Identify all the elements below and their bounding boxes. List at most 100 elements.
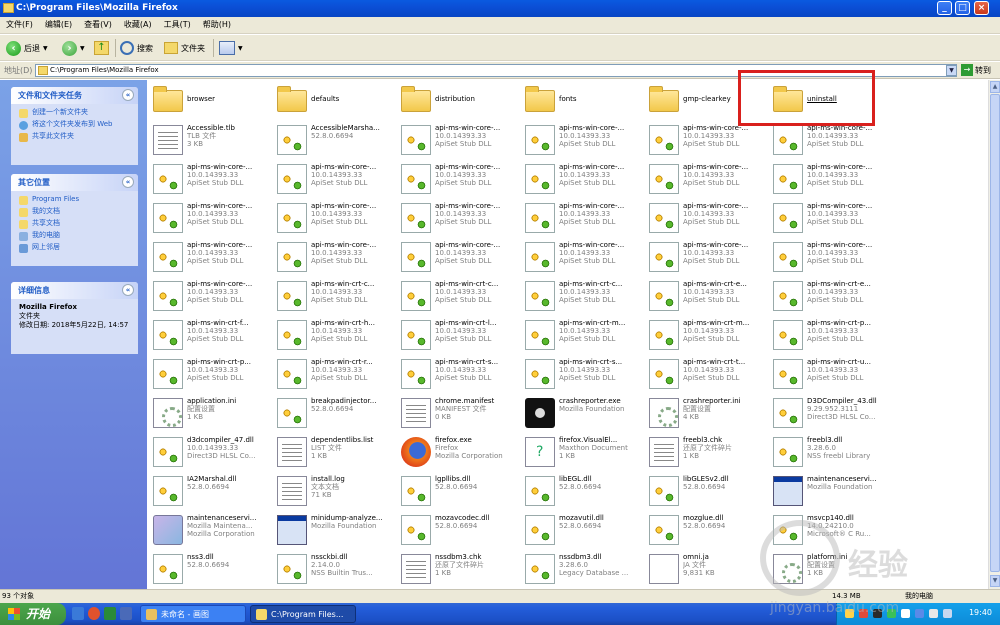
search-button[interactable]: 搜索 xyxy=(120,39,153,57)
file-item[interactable]: lgpllibs.dll 52.8.0.6694 xyxy=(398,472,522,511)
file-item[interactable]: breakpadinjector... 52.8.0.6694 xyxy=(274,394,398,433)
file-item[interactable]: api-ms-win-crt-c... 10.0.14393.33 ApiSet S… xyxy=(522,277,646,316)
file-item[interactable]: api-ms-win-crt-h... 10.0.14393.33 ApiSet S… xyxy=(274,316,398,355)
file-item[interactable]: api-ms-win-core-... 10.0.14393.33 ApiSet S… xyxy=(522,199,646,238)
file-item[interactable]: libEGL.dll 52.8.0.6694 xyxy=(522,472,646,511)
go-button[interactable]: → 转到 xyxy=(961,64,991,76)
file-item[interactable]: api-ms-win-core-... 10.0.14393.33 ApiSet S… xyxy=(522,238,646,277)
file-item[interactable]: api-ms-win-crt-m... 10.0.14393.33 ApiSet S… xyxy=(522,316,646,355)
file-item[interactable]: api-ms-win-crt-p... 10.0.14393.33 ApiSet S… xyxy=(150,355,274,394)
menu-edit[interactable]: 编辑(E) xyxy=(39,17,78,33)
file-item[interactable]: api-ms-win-core-... 10.0.14393.33 ApiSet S… xyxy=(770,199,894,238)
menu-tools[interactable]: 工具(T) xyxy=(158,17,197,33)
file-item[interactable]: maintenanceservi... Mozilla Maintena... Mo… xyxy=(150,511,274,550)
file-item[interactable]: minidump-analyze... Mozilla Foundation xyxy=(274,511,398,550)
volume-icon[interactable] xyxy=(929,609,938,618)
file-item[interactable]: api-ms-win-core-... 10.0.14393.33 ApiSet S… xyxy=(150,277,274,316)
scroll-up-icon[interactable]: ▲ xyxy=(990,81,1000,93)
network-icon[interactable] xyxy=(943,609,952,618)
back-button[interactable]: ‹ 后退 ▼ xyxy=(6,39,48,57)
task-publish-web[interactable]: 将这个文件夹发布到 Web xyxy=(19,120,130,130)
file-item[interactable]: api-ms-win-core-... 10.0.14393.33 ApiSet S… xyxy=(274,199,398,238)
address-dropdown-icon[interactable]: ▼ xyxy=(946,65,957,76)
tray-icon[interactable] xyxy=(901,609,910,618)
views-button[interactable]: ▼ xyxy=(219,39,243,57)
file-item[interactable]: msvcp140.dll 14.0.24210.0 Microsoft® C Ru.… xyxy=(770,511,894,550)
file-item[interactable]: crashreporter.exe Mozilla Foundation xyxy=(522,394,646,433)
file-item[interactable]: Accessible.tlb TLB 文件 3 KB xyxy=(150,121,274,160)
file-item[interactable]: api-ms-win-crt-l... 10.0.14393.33 ApiSet S… xyxy=(398,316,522,355)
file-item[interactable]: api-ms-win-crt-c... 10.0.14393.33 ApiSet S… xyxy=(398,277,522,316)
file-item[interactable]: d3dcompiler_47.dll 10.0.14393.33 Direct3D … xyxy=(150,433,274,472)
file-item[interactable]: api-ms-win-core-... 10.0.14393.33 ApiSet S… xyxy=(150,199,274,238)
file-item[interactable]: api-ms-win-crt-c... 10.0.14393.33 ApiSet S… xyxy=(274,277,398,316)
tray-icon[interactable] xyxy=(915,609,924,618)
folder-item[interactable]: defaults xyxy=(274,82,398,121)
file-item[interactable]: api-ms-win-crt-e... 10.0.14393.33 ApiSet S… xyxy=(646,277,770,316)
menu-favorites[interactable]: 收藏(A) xyxy=(118,17,158,33)
file-item[interactable]: api-ms-win-crt-u... 10.0.14393.33 ApiSet S… xyxy=(770,355,894,394)
file-item[interactable]: api-ms-win-core-... 10.0.14393.33 ApiSet S… xyxy=(770,121,894,160)
folder-item[interactable]: distribution xyxy=(398,82,522,121)
file-item[interactable]: api-ms-win-crt-s... 10.0.14393.33 ApiSet S… xyxy=(398,355,522,394)
forward-button[interactable]: › ▼ xyxy=(62,39,85,57)
menu-file[interactable]: 文件(F) xyxy=(0,17,39,33)
file-item[interactable]: omni.ja JA 文件 9,831 KB xyxy=(646,550,770,589)
collapse-icon[interactable]: « xyxy=(122,89,134,101)
file-item[interactable]: api-ms-win-core-... 10.0.14393.33 ApiSet S… xyxy=(646,160,770,199)
file-item[interactable]: api-ms-win-core-... 10.0.14393.33 ApiSet S… xyxy=(522,121,646,160)
folder-item[interactable]: browser xyxy=(150,82,274,121)
tray-icon[interactable] xyxy=(845,609,854,618)
file-item[interactable]: api-ms-win-core-... 10.0.14393.33 ApiSet S… xyxy=(150,238,274,277)
file-item[interactable]: api-ms-win-core-... 10.0.14393.33 ApiSet S… xyxy=(150,160,274,199)
folder-item[interactable]: fonts xyxy=(522,82,646,121)
details-header[interactable]: 详细信息 « xyxy=(11,282,138,299)
file-item[interactable]: firefox.exe Firefox Mozilla Corporation xyxy=(398,433,522,472)
menu-help[interactable]: 帮助(H) xyxy=(197,17,237,33)
file-item[interactable]: crashreporter.ini 配置设置 4 KB xyxy=(646,394,770,433)
file-item[interactable]: AccessibleMarsha... 52.8.0.6694 xyxy=(274,121,398,160)
file-item[interactable]: dependentlibs.list LIST 文件 1 KB xyxy=(274,433,398,472)
place-my-computer[interactable]: 我的电脑 xyxy=(19,231,130,241)
file-tasks-header[interactable]: 文件和文件夹任务 « xyxy=(11,87,138,104)
file-item[interactable]: D3DCompiler_43.dll 9.29.952.3111 Direct3D … xyxy=(770,394,894,433)
tray-icon[interactable] xyxy=(873,609,882,618)
file-item[interactable]: maintenanceservi... Mozilla Foundation xyxy=(770,472,894,511)
file-item[interactable]: nssdbm3.chk 还原了文件碎片 1 KB xyxy=(398,550,522,589)
app-icon[interactable] xyxy=(104,607,116,620)
file-item[interactable]: api-ms-win-crt-t... 10.0.14393.33 ApiSet S… xyxy=(646,355,770,394)
file-item[interactable]: api-ms-win-core-... 10.0.14393.33 ApiSet S… xyxy=(770,160,894,199)
file-item[interactable]: api-ms-win-core-... 10.0.14393.33 ApiSet S… xyxy=(398,121,522,160)
file-item[interactable]: api-ms-win-core-... 10.0.14393.33 ApiSet S… xyxy=(646,238,770,277)
firefox-icon[interactable] xyxy=(88,607,100,620)
file-item[interactable]: install.log 文本文档 71 KB xyxy=(274,472,398,511)
place-shared-documents[interactable]: 共享文档 xyxy=(19,219,130,229)
file-item[interactable]: platform.ini 配置设置 1 KB xyxy=(770,550,894,589)
tray-icon[interactable] xyxy=(859,609,868,618)
file-item[interactable]: IA2Marshal.dll 52.8.0.6694 xyxy=(150,472,274,511)
maximize-button[interactable]: □ xyxy=(955,1,970,15)
file-item[interactable]: nssckbi.dll 2.14.0.0 NSS Builtin Trus... xyxy=(274,550,398,589)
file-item[interactable]: api-ms-win-core-... 10.0.14393.33 ApiSet S… xyxy=(398,238,522,277)
file-item[interactable]: api-ms-win-crt-e... 10.0.14393.33 ApiSet S… xyxy=(770,277,894,316)
scroll-thumb[interactable] xyxy=(990,94,1000,572)
file-item[interactable]: api-ms-win-core-... 10.0.14393.33 ApiSet S… xyxy=(274,160,398,199)
file-item[interactable]: api-ms-win-crt-m... 10.0.14393.33 ApiSet S… xyxy=(646,316,770,355)
up-folder-button[interactable]: ↑ xyxy=(94,39,109,57)
place-network[interactable]: 网上邻居 xyxy=(19,243,130,253)
file-item[interactable]: freebl3.dll 3.28.6.0 NSS freebl Library xyxy=(770,433,894,472)
file-item[interactable]: nss3.dll 52.8.0.6694 xyxy=(150,550,274,589)
file-item[interactable]: api-ms-win-core-... 10.0.14393.33 ApiSet S… xyxy=(522,160,646,199)
file-item[interactable]: api-ms-win-crt-f... 10.0.14393.33 ApiSet S… xyxy=(150,316,274,355)
file-item[interactable]: api-ms-win-core-... 10.0.14393.33 ApiSet S… xyxy=(398,199,522,238)
close-button[interactable]: × xyxy=(974,1,989,15)
taskbar-item-explorer[interactable]: C:\Program Files... xyxy=(250,605,356,623)
scroll-down-icon[interactable]: ▼ xyxy=(990,575,1000,587)
taskbar-item-paint[interactable]: 未命名 - 画图 xyxy=(140,605,246,623)
file-item[interactable]: mozglue.dll 52.8.0.6694 xyxy=(646,511,770,550)
file-item[interactable]: api-ms-win-crt-s... 10.0.14393.33 ApiSet S… xyxy=(522,355,646,394)
app-icon[interactable] xyxy=(120,607,132,620)
file-item[interactable]: nssdbm3.dll 3.28.6.0 Legacy Database ... xyxy=(522,550,646,589)
title-bar[interactable]: C:\Program Files\Mozilla Firefox _ □ × xyxy=(0,0,1000,17)
place-my-documents[interactable]: 我的文档 xyxy=(19,207,130,217)
